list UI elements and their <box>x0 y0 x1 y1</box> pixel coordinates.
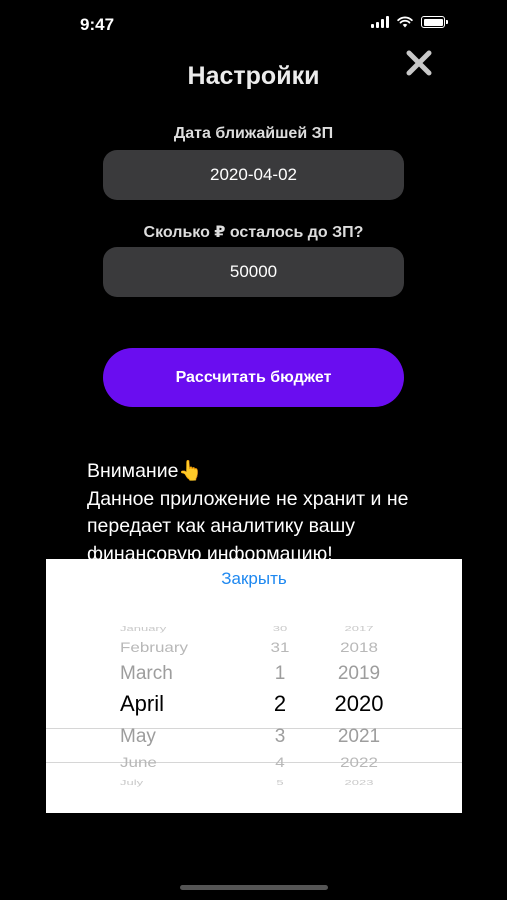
page-title: Настройки <box>187 62 320 90</box>
day-option[interactable]: 5 <box>246 776 314 789</box>
home-indicator[interactable] <box>180 885 328 890</box>
year-option[interactable]: 2021 <box>314 725 404 749</box>
payday-date-label: Дата ближайшей ЗП <box>173 125 334 142</box>
status-time: 9:47 <box>80 15 115 34</box>
day-option[interactable]: 3 <box>246 725 314 749</box>
year-option[interactable]: 2018 <box>314 638 404 657</box>
amount-label: Сколько ₽ осталось до ЗП? <box>143 224 364 241</box>
notice-text: Данное приложение не хранит и не передае… <box>87 487 409 565</box>
month-wheel[interactable]: January February March April May June Ju… <box>120 599 230 813</box>
picker-close-button[interactable]: Закрыть <box>221 569 286 589</box>
status-icons <box>371 16 448 28</box>
date-picker: Закрыть January February March April May… <box>46 559 462 813</box>
month-option[interactable]: February <box>120 638 230 657</box>
day-option[interactable]: 30 <box>246 622 314 635</box>
year-option[interactable]: 2017 <box>314 622 404 635</box>
day-wheel[interactable]: 30 31 1 2 3 4 5 <box>246 599 314 813</box>
year-option[interactable]: 2019 <box>314 662 404 686</box>
amount-field[interactable]: 50000 <box>103 247 404 297</box>
day-option[interactable]: 31 <box>246 638 314 657</box>
month-option[interactable]: January <box>120 622 230 635</box>
picker-wheels: January February March April May June Ju… <box>46 599 462 813</box>
day-option[interactable]: 4 <box>246 753 314 772</box>
status-bar: 9:47 <box>0 0 507 50</box>
wifi-icon <box>397 16 413 28</box>
payday-date-field[interactable]: 2020-04-02 <box>103 150 404 200</box>
month-option-selected[interactable]: April <box>120 692 230 716</box>
year-option[interactable]: 2023 <box>314 776 404 789</box>
year-option[interactable]: 2022 <box>314 753 404 772</box>
cellular-signal-icon <box>371 16 389 28</box>
month-option[interactable]: May <box>120 725 230 749</box>
year-wheel[interactable]: 2017 2018 2019 2020 2021 2022 2023 <box>314 599 404 813</box>
day-option[interactable]: 1 <box>246 662 314 686</box>
month-option[interactable]: June <box>120 753 230 772</box>
month-option[interactable]: March <box>120 662 230 686</box>
privacy-notice: Внимание👆 Данное приложение не хранит и … <box>87 458 447 568</box>
calculate-budget-button[interactable]: Рассчитать бюджет <box>103 348 404 407</box>
battery-icon <box>421 16 448 28</box>
notice-heading: Внимание👆 <box>87 460 203 482</box>
month-option[interactable]: July <box>120 776 230 789</box>
day-option-selected[interactable]: 2 <box>246 692 314 716</box>
picker-toolbar: Закрыть <box>46 559 462 599</box>
year-option-selected[interactable]: 2020 <box>314 692 404 716</box>
